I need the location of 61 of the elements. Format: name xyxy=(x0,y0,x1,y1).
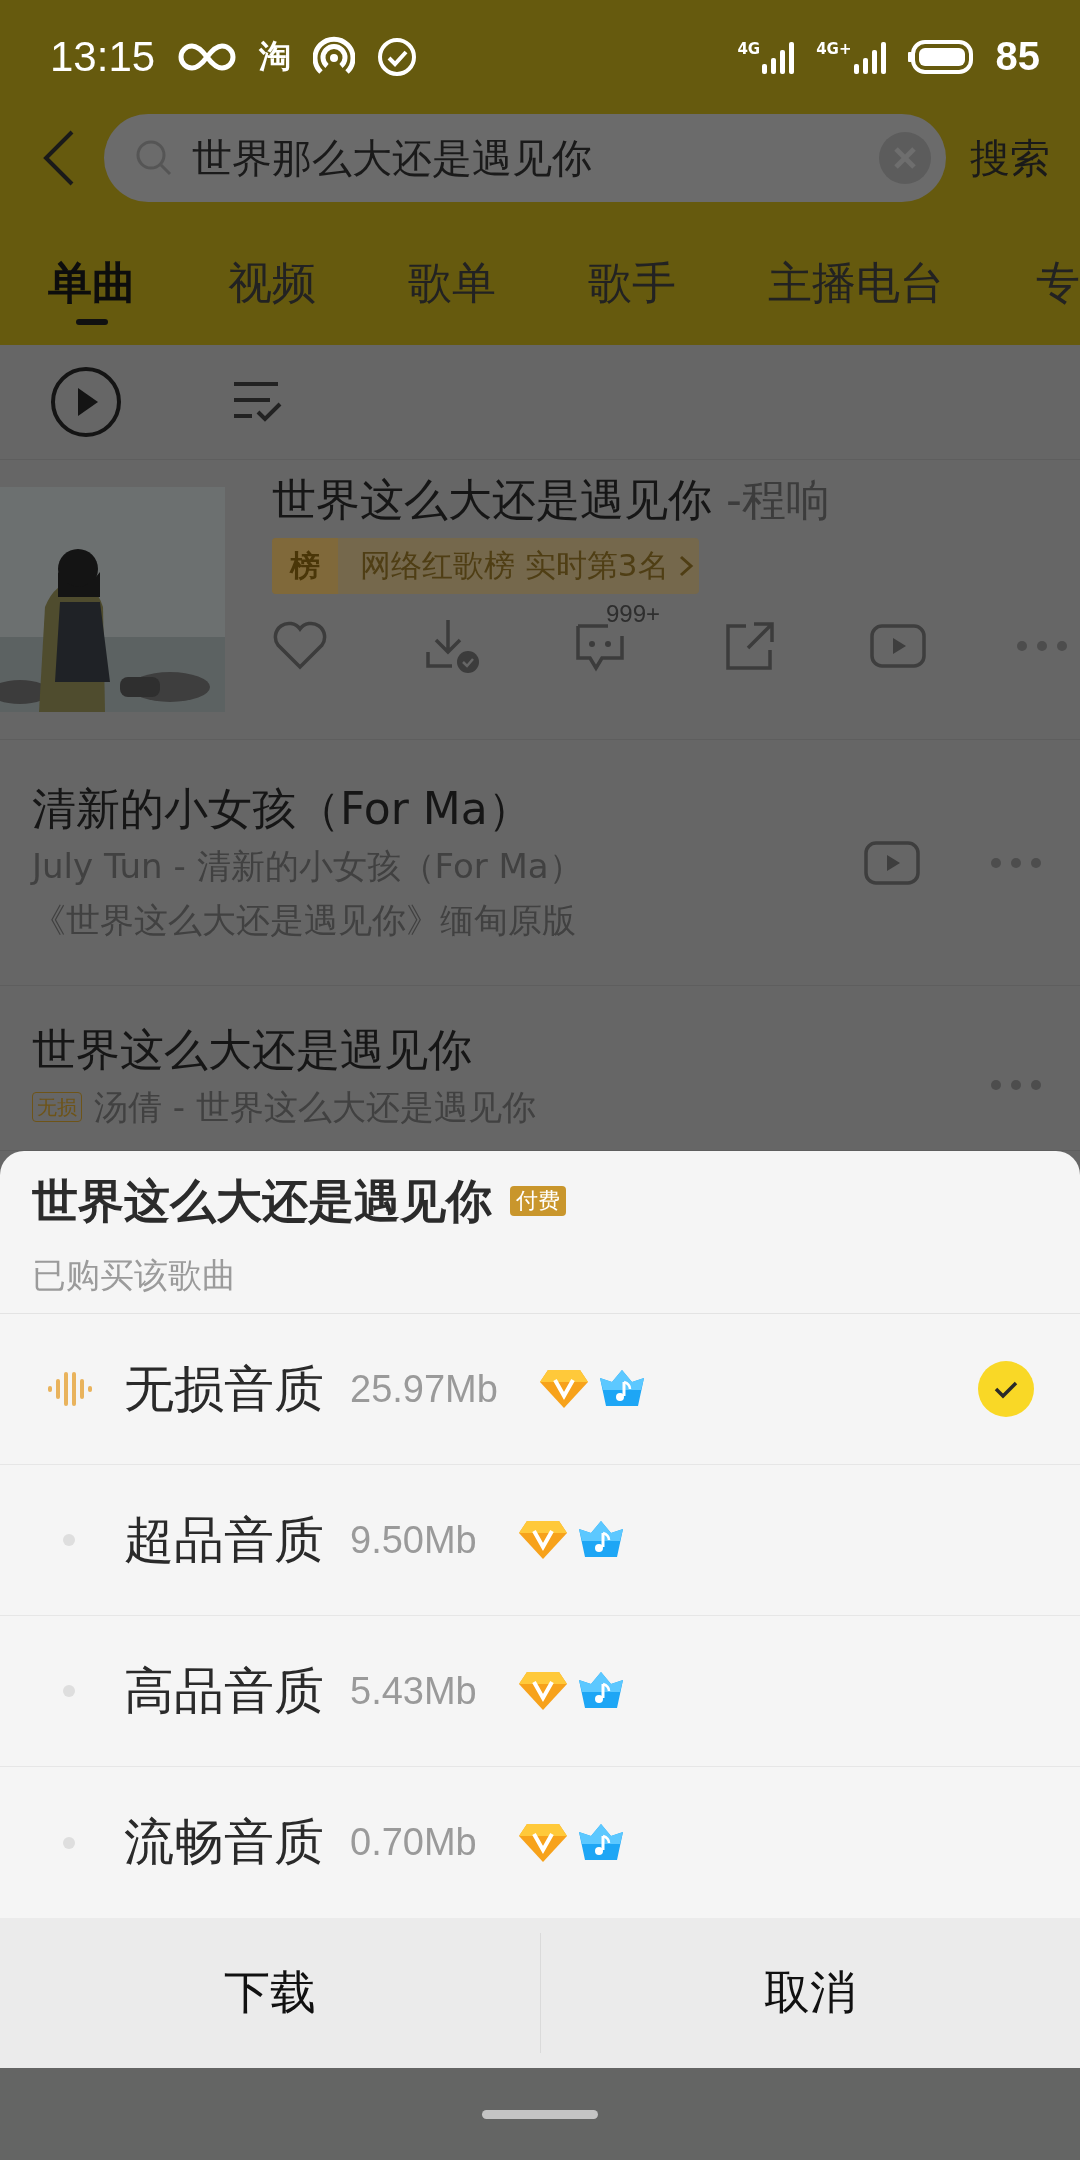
quality-option[interactable]: 流畅音质 0.70Mb xyxy=(0,1767,1080,1918)
download-button[interactable]: 下载 xyxy=(0,1918,540,2068)
video-icon[interactable] xyxy=(870,624,926,668)
search-field[interactable]: 世界那么大还是遇见你 xyxy=(192,135,860,181)
quality-option[interactable]: 无损音质 25.97Mb xyxy=(0,1314,1080,1465)
clock-time: 13:15 xyxy=(50,32,156,81)
shopping-app-icon: 淘 xyxy=(259,34,292,79)
quality-label: 超品音质 xyxy=(124,1509,324,1571)
network-type-label: 4G+ xyxy=(816,41,852,57)
comment-count: 999+ xyxy=(606,600,661,628)
lossless-badge: 无损 xyxy=(32,1092,82,1122)
song-title: 世界这么大还是遇见你 xyxy=(32,1023,473,1077)
quality-option[interactable]: 超品音质 9.50Mb xyxy=(0,1465,1080,1616)
diamond-icon xyxy=(539,1368,588,1410)
cancel-button[interactable]: 取消 xyxy=(540,1918,1080,2068)
check-circle-icon xyxy=(978,1361,1034,1417)
file-size: 25.97Mb xyxy=(350,1367,498,1411)
more-icon[interactable] xyxy=(1016,640,1068,652)
paid-badge: 付费 xyxy=(510,1186,566,1216)
sheet-title: 世界这么大还是遇见你 xyxy=(32,1173,492,1230)
diamond-icon xyxy=(518,1821,567,1864)
file-size: 9.50Mb xyxy=(350,1518,477,1562)
quality-option[interactable]: 高品音质 5.43Mb xyxy=(0,1616,1080,1767)
quality-label: 无损音质 xyxy=(124,1358,324,1420)
chart-rank: 网络红歌榜 实时第3名 xyxy=(359,546,670,585)
more-icon[interactable] xyxy=(990,1079,1042,1091)
tab[interactable]: 视频 xyxy=(228,253,316,335)
battery-icon xyxy=(907,39,974,74)
sound-wave-icon xyxy=(48,1369,94,1409)
tab[interactable]: 歌手 xyxy=(588,253,676,335)
multi-select-icon[interactable] xyxy=(232,380,284,424)
share-icon[interactable] xyxy=(724,620,776,672)
home-indicator[interactable] xyxy=(482,2109,598,2119)
tab[interactable]: 专 xyxy=(1036,253,1080,335)
crown-icon xyxy=(597,1368,646,1408)
quality-label: 高品音质 xyxy=(124,1660,324,1722)
tab[interactable]: 歌单 xyxy=(408,253,496,335)
video-icon[interactable] xyxy=(864,840,920,885)
heart-icon[interactable] xyxy=(272,621,328,671)
download-done-icon[interactable] xyxy=(426,618,482,674)
file-size: 5.43Mb xyxy=(350,1669,477,1713)
crown-icon xyxy=(576,1519,625,1559)
tab[interactable]: 主播电台 xyxy=(768,253,944,335)
file-size: 0.70Mb xyxy=(350,1821,477,1864)
search-button[interactable]: 搜索 xyxy=(970,130,1050,186)
battery-level: 85 xyxy=(995,34,1040,79)
purchase-status: 已购买该歌曲 xyxy=(32,1254,237,1297)
more-icon[interactable] xyxy=(990,856,1042,869)
crown-icon xyxy=(576,1670,625,1710)
diamond-icon xyxy=(518,1670,567,1712)
song-title: 世界这么大还是遇见你 xyxy=(272,474,712,525)
signal-icon xyxy=(853,39,886,74)
diamond-icon xyxy=(518,1519,567,1561)
quality-label: 流畅音质 xyxy=(124,1812,324,1873)
signal-icon xyxy=(762,39,795,74)
song-title: 清新的小女孩（For Ma） xyxy=(32,781,533,836)
tab[interactable]: 单曲 xyxy=(48,253,136,335)
play-all-icon[interactable] xyxy=(50,366,122,438)
network-type-label: 4G xyxy=(737,41,761,57)
search-bar[interactable]: 世界那么大还是遇见你 xyxy=(104,114,946,202)
check-circle-icon xyxy=(377,36,418,77)
